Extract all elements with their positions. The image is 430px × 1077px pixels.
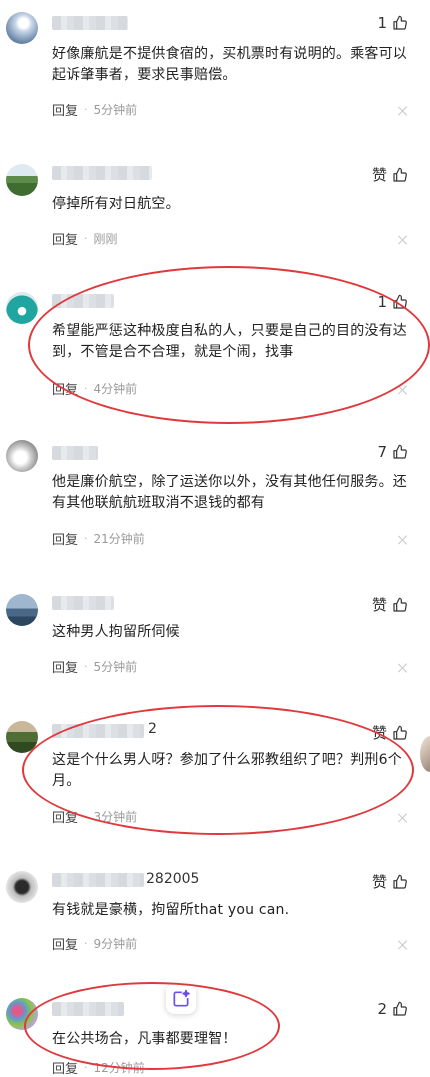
timestamp: 5分钟前 <box>93 103 138 117</box>
like-count: 2 <box>377 1000 387 1018</box>
close-icon[interactable] <box>398 663 408 673</box>
comment-meta: 回复 · 刚刚 <box>52 229 118 248</box>
like-button[interactable]: 赞 <box>372 722 408 743</box>
separator-dot: · <box>84 532 88 545</box>
like-label: 赞 <box>371 166 387 184</box>
like-label: 赞 <box>371 596 387 614</box>
separator-dot: · <box>84 810 88 823</box>
separator-dot: · <box>84 232 88 245</box>
comment-meta: 回复 · 21分钟前 <box>52 529 145 548</box>
like-button[interactable]: 2 <box>377 1000 408 1018</box>
like-button[interactable]: 7 <box>377 443 408 461</box>
timestamp: 4分钟前 <box>93 382 138 396</box>
separator-dot: · <box>84 382 88 395</box>
like-button[interactable]: 赞 <box>372 594 408 615</box>
separator-dot: · <box>84 103 88 116</box>
comment-text: 好像廉航是不提供食宿的，买机票时有说明的。乘客可以起诉肇事者，要求民事赔偿。 <box>52 46 407 83</box>
username[interactable] <box>52 294 114 308</box>
thumbs-up-icon <box>393 294 407 309</box>
comment-text: 他是廉价航空，除了运送你以外，没有其他任何服务。还有其他联航航班取消不退钱的都有 <box>52 474 407 511</box>
edge-avatar <box>420 736 430 772</box>
comment-text: 有钱就是豪横，拘留所that you can. <box>52 902 290 918</box>
avatar[interactable] <box>6 12 38 44</box>
close-icon[interactable] <box>398 385 408 395</box>
avatar[interactable] <box>6 998 38 1030</box>
reply-button[interactable]: 回复 <box>52 657 78 676</box>
reply-button[interactable]: 回复 <box>52 934 78 953</box>
avatar[interactable] <box>6 440 38 472</box>
timestamp: 21分钟前 <box>93 532 145 546</box>
username-tail: 282005 <box>146 871 200 887</box>
reply-button[interactable]: 回复 <box>52 529 78 548</box>
separator-dot: · <box>84 1061 88 1074</box>
timestamp: 刚刚 <box>93 232 118 246</box>
thumbs-up-icon <box>393 1001 407 1016</box>
reply-button[interactable]: 回复 <box>52 1058 78 1077</box>
reply-button[interactable]: 回复 <box>52 379 78 398</box>
like-count: 1 <box>377 293 387 311</box>
close-icon[interactable] <box>398 940 408 950</box>
timestamp: 3分钟前 <box>93 810 138 824</box>
highlight-ellipse <box>24 982 280 1070</box>
timestamp: 12分钟前 <box>93 1061 145 1075</box>
reply-button[interactable]: 回复 <box>52 229 78 248</box>
username[interactable] <box>52 446 98 460</box>
like-count: 7 <box>377 443 387 461</box>
like-label: 赞 <box>371 873 387 891</box>
comment-meta: 回复 · 9分钟前 <box>52 934 137 953</box>
close-icon[interactable] <box>398 235 408 245</box>
comment-text: 这是个什么男人呀？参加了什么邪教组织了吧？判刑6个月。 <box>52 752 402 789</box>
like-label: 赞 <box>371 724 387 742</box>
avatar[interactable] <box>6 594 38 626</box>
username[interactable] <box>52 873 144 887</box>
thumbs-up-icon <box>393 167 407 182</box>
comment-text: 在公共场合，凡事都要理智！ <box>52 1031 237 1047</box>
ai-assistant-button[interactable] <box>166 984 196 1014</box>
comment-meta: 回复 · 5分钟前 <box>52 657 137 676</box>
comment-text: 希望能严惩这种极度自私的人，只要是自己的目的没有达到，不管是合不合理，就是个闹，… <box>52 323 407 360</box>
comment-text: 这种男人拘留所伺候 <box>52 624 180 640</box>
comment-meta: 回复 · 12分钟前 <box>52 1058 145 1077</box>
reply-button[interactable]: 回复 <box>52 807 78 826</box>
avatar[interactable] <box>6 871 38 903</box>
like-count: 1 <box>377 14 387 32</box>
avatar[interactable] <box>6 292 38 324</box>
thumbs-up-icon <box>393 597 407 612</box>
thumbs-up-icon <box>393 15 407 30</box>
timestamp: 5分钟前 <box>93 660 138 674</box>
thumbs-up-icon <box>393 444 407 459</box>
close-icon[interactable] <box>398 813 408 823</box>
reply-button[interactable]: 回复 <box>52 100 78 119</box>
comment-meta: 回复 · 4分钟前 <box>52 379 137 398</box>
username[interactable] <box>52 166 152 180</box>
username[interactable] <box>52 1002 124 1016</box>
comment-meta: 回复 · 5分钟前 <box>52 100 137 119</box>
username[interactable] <box>52 16 128 30</box>
avatar[interactable] <box>6 164 38 196</box>
username[interactable] <box>52 724 144 738</box>
thumbs-up-icon <box>393 725 407 740</box>
like-button[interactable]: 1 <box>377 14 408 32</box>
close-icon[interactable] <box>398 535 408 545</box>
like-button[interactable]: 赞 <box>372 164 408 185</box>
timestamp: 9分钟前 <box>93 937 138 951</box>
like-button[interactable]: 赞 <box>372 871 408 892</box>
separator-dot: · <box>84 937 88 950</box>
separator-dot: · <box>84 660 88 673</box>
username[interactable] <box>52 596 114 610</box>
avatar[interactable] <box>6 721 38 753</box>
close-icon[interactable] <box>398 106 408 116</box>
comment-text: 停掉所有对日航空。 <box>52 196 180 212</box>
thumbs-up-icon <box>393 874 407 889</box>
like-button[interactable]: 1 <box>377 293 408 311</box>
username-tail: 2 <box>148 721 157 737</box>
ai-sparkle-icon <box>173 989 190 1007</box>
comment-meta: 回复 · 3分钟前 <box>52 807 137 826</box>
